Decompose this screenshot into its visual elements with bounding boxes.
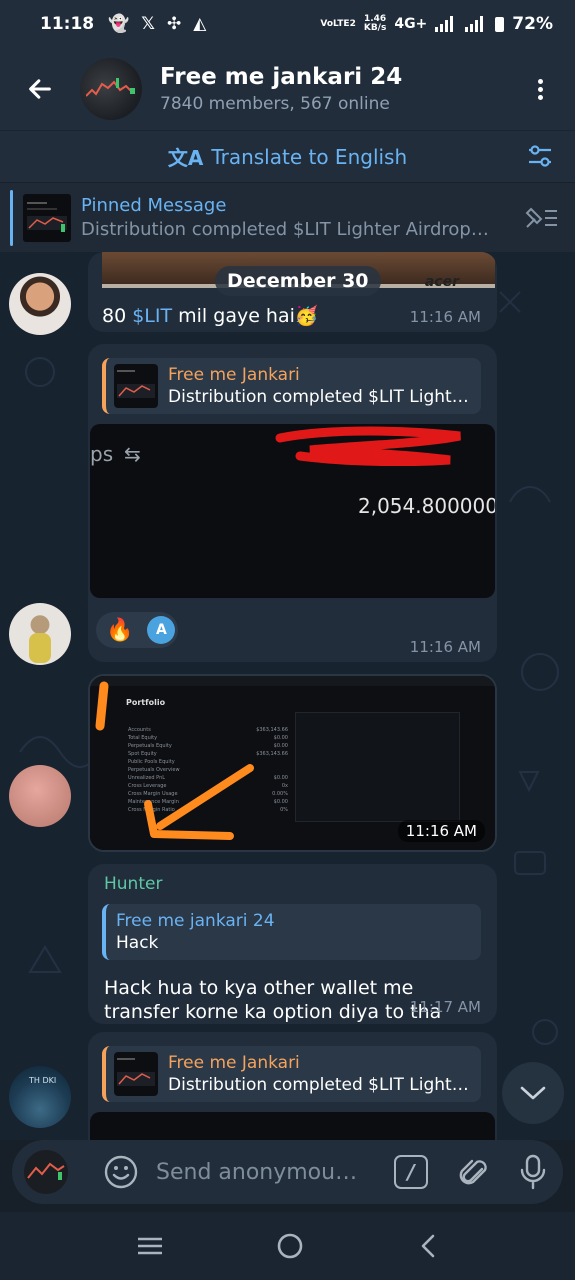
translate-label: Translate to English bbox=[211, 144, 408, 169]
reply-thumbnail bbox=[114, 1052, 158, 1096]
chat-subtitle: 7840 members, 567 online bbox=[160, 94, 390, 114]
reply-thumbnail bbox=[114, 364, 158, 408]
pinned-body: Distribution completed $LIT Lighter Aird… bbox=[81, 219, 489, 240]
avatar-user-3[interactable] bbox=[9, 765, 71, 827]
photo-label: ps bbox=[90, 442, 114, 466]
message-bubble-4[interactable]: Hunter Free me jankari 24 Hack Hack hua … bbox=[88, 864, 497, 1024]
reply-name: Free me Jankari bbox=[168, 1053, 300, 1073]
bot-command-button[interactable]: / bbox=[394, 1155, 428, 1189]
back-button[interactable] bbox=[0, 48, 80, 130]
reaction-pill[interactable]: 🔥 A bbox=[96, 612, 178, 648]
pinned-message-bar[interactable]: Pinned Message Distribution completed $L… bbox=[0, 182, 575, 252]
battery-icon bbox=[495, 16, 505, 32]
dots-vertical-icon bbox=[537, 76, 543, 103]
reply-preview[interactable]: Free me Jankari Distribution completed $… bbox=[102, 1046, 481, 1102]
speed-unit: KB/s bbox=[363, 23, 387, 33]
message-photo[interactable] bbox=[90, 1112, 495, 1140]
status-bar: 11:18 👻 𝕏 ✣ ◭ VoLTE2 1.46 KB/s 4G+ 72% bbox=[0, 0, 575, 48]
pinned-thumbnail bbox=[23, 193, 71, 242]
message-time: 11:16 AM bbox=[397, 820, 485, 842]
message-list[interactable]: acer 80 $LIT mil gaye hai🥳 11:16 AM Dece… bbox=[0, 252, 575, 1140]
more-options-button[interactable] bbox=[505, 76, 575, 103]
message-time: 11:16 AM bbox=[409, 638, 481, 656]
reply-preview[interactable]: Free me Jankari Distribution completed $… bbox=[102, 358, 481, 414]
fire-icon: 🔥 bbox=[106, 617, 134, 643]
battery-percent: 72% bbox=[512, 14, 553, 34]
avatar-user-4[interactable]: TH DKI bbox=[9, 1066, 71, 1128]
signal-icon bbox=[435, 16, 454, 32]
nav-back-icon[interactable] bbox=[418, 1233, 438, 1259]
message-bubble-3[interactable]: Portfolio Accounts $363,143.66 Total Equit… bbox=[88, 674, 497, 852]
sender-name[interactable]: Hunter bbox=[104, 874, 162, 894]
system-icons: VoLTE2 1.46 KB/s 4G+ 72% bbox=[320, 14, 553, 34]
avatar-user-1[interactable] bbox=[9, 273, 71, 335]
microphone-icon[interactable] bbox=[520, 1154, 546, 1190]
reply-name: Free me jankari 24 bbox=[116, 911, 275, 931]
pinwheel-icon: ✣ bbox=[167, 14, 182, 34]
avatar-user-2[interactable] bbox=[9, 603, 71, 665]
reply-text: Free me Jankari Distribution completed $… bbox=[168, 1053, 478, 1095]
header-text[interactable]: Free me jankari 24 7840 members, 567 onl… bbox=[160, 64, 402, 114]
chart-candles-icon bbox=[86, 78, 135, 97]
message-composer: Send anonymou… / bbox=[12, 1140, 563, 1204]
message-bubble-5[interactable]: Free me Jankari Distribution completed $… bbox=[88, 1032, 497, 1140]
translate-settings-icon[interactable] bbox=[527, 143, 553, 169]
translate-bar[interactable]: 文A Translate to English bbox=[0, 130, 575, 182]
swap-icon: ⇆ bbox=[124, 442, 141, 466]
message-input[interactable]: Send anonymou… bbox=[156, 1160, 376, 1185]
chat-title: Free me jankari 24 bbox=[160, 64, 403, 90]
pinned-title: Pinned Message bbox=[81, 195, 227, 216]
chat-header: Free me jankari 24 7840 members, 567 onl… bbox=[0, 48, 575, 130]
snapchat-icon: 👻 bbox=[108, 14, 130, 34]
message-time: 11:17 AM bbox=[409, 998, 481, 1016]
recent-apps-icon[interactable] bbox=[137, 1236, 163, 1256]
emoji-icon[interactable] bbox=[104, 1155, 138, 1189]
date-chip: December 30 bbox=[215, 266, 381, 296]
chevron-down-icon bbox=[520, 1086, 546, 1100]
reply-body: Distribution completed $LIT Lighter… bbox=[168, 1075, 478, 1095]
x-icon: 𝕏 bbox=[141, 14, 155, 34]
reply-body: Hack bbox=[116, 933, 159, 953]
notification-icons: 👻 𝕏 ✣ ◭ bbox=[108, 14, 206, 34]
alert-triangle-icon: ◭ bbox=[193, 14, 207, 34]
message-text: 80 $LIT mil gaye hai🥳 bbox=[102, 304, 319, 327]
reply-text: Free me Jankari Distribution completed $… bbox=[168, 365, 478, 407]
pin-list-icon[interactable] bbox=[523, 205, 559, 231]
reply-body: Distribution completed $LIT Lighter… bbox=[168, 387, 478, 407]
message-time: 11:16 AM bbox=[409, 308, 481, 326]
message-text-suffix: mil gaye hai🥳 bbox=[172, 305, 319, 327]
group-avatar[interactable] bbox=[80, 58, 142, 120]
paperclip-icon[interactable] bbox=[458, 1155, 488, 1189]
photo-value: 2,054.80000000 bbox=[358, 494, 495, 518]
photo-brand: acer bbox=[424, 274, 459, 290]
reaction-avatar: A bbox=[147, 616, 176, 644]
reply-preview[interactable]: Free me jankari 24 Hack bbox=[102, 904, 481, 960]
pinned-text: Pinned Message Distribution completed $L… bbox=[81, 195, 501, 240]
signal-icon-2 bbox=[465, 16, 484, 32]
reply-name: Free me Jankari bbox=[168, 365, 300, 385]
system-nav-bar bbox=[0, 1212, 575, 1280]
send-as-avatar[interactable] bbox=[24, 1150, 68, 1194]
network-type: 4G+ bbox=[394, 16, 428, 32]
message-photo[interactable]: ps ⇆ 2,054.80000000 bbox=[90, 424, 495, 598]
volte-indicator: VoLTE2 bbox=[320, 18, 356, 29]
network-speed: 1.46 KB/s bbox=[364, 15, 386, 33]
status-time: 11:18 bbox=[40, 14, 95, 34]
reply-text: Free me jankari 24 Hack bbox=[116, 911, 426, 953]
pinned-indicator bbox=[10, 189, 13, 246]
message-bubble-2[interactable]: Free me Jankari Distribution completed $… bbox=[88, 344, 497, 662]
translate-icon: 文A bbox=[167, 146, 204, 170]
home-icon[interactable] bbox=[276, 1232, 304, 1260]
red-scribble bbox=[275, 426, 461, 466]
cashtag-link[interactable]: $LIT bbox=[132, 305, 172, 327]
message-text-prefix: 80 bbox=[102, 305, 133, 327]
arrow-left-icon bbox=[29, 79, 51, 99]
scroll-down-button[interactable] bbox=[502, 1062, 564, 1124]
